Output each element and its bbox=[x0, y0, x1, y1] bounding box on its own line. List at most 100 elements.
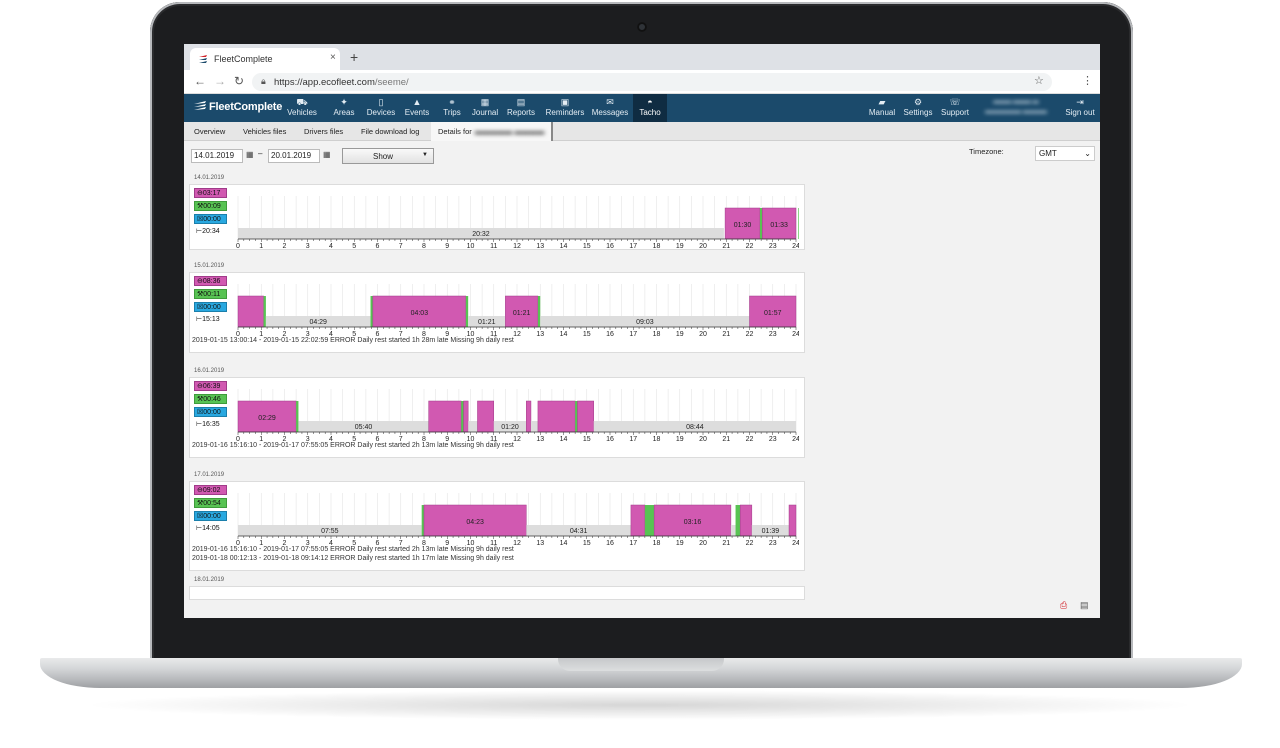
work-bar[interactable] bbox=[296, 401, 299, 432]
driving-bar[interactable] bbox=[739, 504, 753, 537]
nav-reports[interactable]: ▤ Reports bbox=[504, 94, 538, 122]
nav-devices[interactable]: ▯ Devices bbox=[364, 94, 398, 122]
bookmark-star-icon[interactable]: ☆ bbox=[1034, 74, 1044, 87]
nav-settings[interactable]: ⚙ Settings bbox=[901, 94, 935, 122]
hour-tick-label: 4 bbox=[329, 331, 333, 336]
chevron-down-icon: ⌄ bbox=[1084, 149, 1091, 158]
nav-label: Trips bbox=[443, 108, 461, 117]
segment-duration-label: 09:03 bbox=[636, 319, 654, 326]
subtab-drivers-files[interactable]: Drivers files bbox=[297, 122, 350, 141]
reload-icon[interactable]: ↻ bbox=[234, 74, 244, 88]
hour-tick-label: 14 bbox=[560, 436, 568, 441]
nav-support[interactable]: ☏ Support bbox=[938, 94, 972, 122]
user-account-item[interactable]: ▬▬▬ ▬▬▬ ▬ ▬▬▬▬▬▬ ▬▬▬▬ bbox=[979, 94, 1053, 122]
hour-tick-label: 0 bbox=[236, 243, 240, 248]
hour-tick-label: 13 bbox=[536, 540, 544, 545]
hour-tick-label: 21 bbox=[722, 331, 730, 336]
hour-tick-label: 5 bbox=[352, 331, 356, 336]
nav-vehicles[interactable]: ⛟ Vehicles bbox=[286, 94, 318, 122]
hour-tick-label: 4 bbox=[329, 436, 333, 441]
tab-close-icon[interactable]: × bbox=[330, 52, 336, 63]
hour-tick-label: 3 bbox=[306, 331, 310, 336]
nav-messages[interactable]: ✉ Messages bbox=[587, 94, 633, 122]
work-bar[interactable] bbox=[263, 296, 266, 327]
hour-tick-label: 16 bbox=[606, 540, 614, 545]
address-bar[interactable]: 🔒︎ https://app.ecofleet.com/seeme/ bbox=[252, 73, 1052, 91]
new-tab-button[interactable]: + bbox=[350, 49, 358, 65]
date-to-field[interactable]: 20.01.2019 bbox=[268, 149, 320, 163]
hour-tick-label: 6 bbox=[376, 540, 380, 545]
segment-duration-label: 01:20 bbox=[501, 424, 519, 431]
browser-menu-icon[interactable]: ⋮ bbox=[1082, 74, 1093, 87]
rest-bar[interactable] bbox=[530, 421, 538, 432]
driving-bar[interactable] bbox=[477, 400, 495, 433]
subtab-file-download-log[interactable]: File download log bbox=[354, 122, 426, 141]
work-total-badge: ⚒00:11 bbox=[194, 289, 227, 299]
calendar-icon[interactable]: ▦ bbox=[323, 150, 331, 159]
work-bar[interactable] bbox=[798, 208, 799, 239]
nav-journal[interactable]: ▦ Journal bbox=[469, 94, 501, 122]
hour-tick-label: 18 bbox=[653, 540, 661, 545]
browser-tab[interactable]: FleetComplete × bbox=[190, 48, 340, 70]
nav-sign-out[interactable]: ⇥ Sign out bbox=[1062, 94, 1098, 122]
show-button[interactable]: Show ▼ bbox=[342, 148, 434, 164]
work-bar[interactable] bbox=[537, 296, 541, 327]
work-bar[interactable] bbox=[575, 401, 578, 432]
nav-areas[interactable]: ✦ Areas bbox=[327, 94, 361, 122]
driving-bar[interactable] bbox=[526, 400, 532, 433]
subtab-overview[interactable]: Overview bbox=[187, 122, 232, 141]
nav-label: Devices bbox=[366, 108, 396, 117]
driving-bar[interactable] bbox=[237, 295, 264, 328]
date-from-field[interactable]: 14.01.2019 bbox=[191, 149, 243, 163]
nav-label: Messages bbox=[591, 108, 629, 117]
nav-manual[interactable]: ▰ Manual bbox=[868, 94, 896, 122]
work-bar[interactable] bbox=[421, 505, 424, 536]
hour-tick-label: 10 bbox=[467, 436, 475, 441]
nav-label: Reports bbox=[506, 108, 535, 117]
hour-tick-label: 17 bbox=[629, 243, 637, 248]
nav-tacho[interactable]: ◓ Tacho bbox=[633, 94, 667, 122]
url-text: https://app.ecofleet.com/seeme/ bbox=[274, 77, 409, 88]
nav-reminders[interactable]: ▣ Reminders bbox=[540, 94, 590, 122]
rest-bar[interactable] bbox=[730, 525, 736, 536]
back-arrow-icon[interactable]: ← bbox=[194, 74, 206, 88]
driving-bar[interactable] bbox=[630, 504, 646, 537]
work-bar[interactable] bbox=[735, 505, 741, 536]
hour-tick-label: 11 bbox=[490, 243, 497, 248]
day-chart-panel: ⊖03:17 ⚒00:09 ☒00:00 ⊢20:34 20:32 01:30 01:33 0… bbox=[189, 184, 805, 250]
fleetcomplete-logo[interactable]: FleetComplete bbox=[194, 101, 282, 113]
nav-events[interactable]: ▲ Events bbox=[402, 94, 432, 122]
hour-tick-label: 16 bbox=[606, 436, 614, 441]
rest-bar[interactable] bbox=[468, 421, 478, 432]
driving-bar[interactable] bbox=[428, 400, 462, 433]
timezone-select[interactable]: GMT ⌄ bbox=[1035, 146, 1095, 161]
hour-tick-label: 23 bbox=[769, 243, 777, 248]
subtab-vehicles-files[interactable]: Vehicles files bbox=[236, 122, 293, 141]
subtab-label: Drivers files bbox=[304, 127, 344, 136]
hour-tick-label: 16 bbox=[606, 243, 614, 248]
hour-tick-label: 9 bbox=[445, 331, 449, 336]
timezone-label: Timezone: bbox=[969, 147, 1004, 156]
driving-bar[interactable] bbox=[537, 400, 576, 433]
driving-bar[interactable] bbox=[577, 400, 594, 433]
work-bar[interactable] bbox=[644, 505, 655, 536]
document-export-icon[interactable]: ▤ bbox=[1080, 600, 1089, 611]
calendar-icon[interactable]: ▦ bbox=[246, 150, 254, 159]
binoculars-icon: ⚭ bbox=[448, 97, 456, 107]
hour-tick-label: 7 bbox=[399, 243, 403, 248]
forward-arrow-icon[interactable]: → bbox=[214, 74, 226, 88]
subtab-details-for[interactable]: Details for ▬▬▬▬▬ ▬▬▬▬ bbox=[431, 122, 554, 141]
browser-tabstrip: FleetComplete × + bbox=[184, 44, 1100, 70]
fleetcomplete-favicon-icon bbox=[199, 55, 207, 63]
pdf-export-icon[interactable]: ⎙ bbox=[1060, 600, 1067, 611]
nav-trips[interactable]: ⚭ Trips bbox=[438, 94, 466, 122]
device-icon: ▯ bbox=[378, 97, 384, 107]
hour-tick-label: 1 bbox=[259, 331, 263, 336]
work-bar[interactable] bbox=[461, 401, 464, 432]
work-bar[interactable] bbox=[465, 296, 469, 327]
work-bar[interactable] bbox=[759, 208, 763, 239]
speedometer-icon: ◓ bbox=[647, 97, 653, 107]
work-bar[interactable] bbox=[370, 296, 373, 327]
driving-bar[interactable] bbox=[788, 504, 797, 537]
driving-bar[interactable] bbox=[463, 400, 469, 433]
